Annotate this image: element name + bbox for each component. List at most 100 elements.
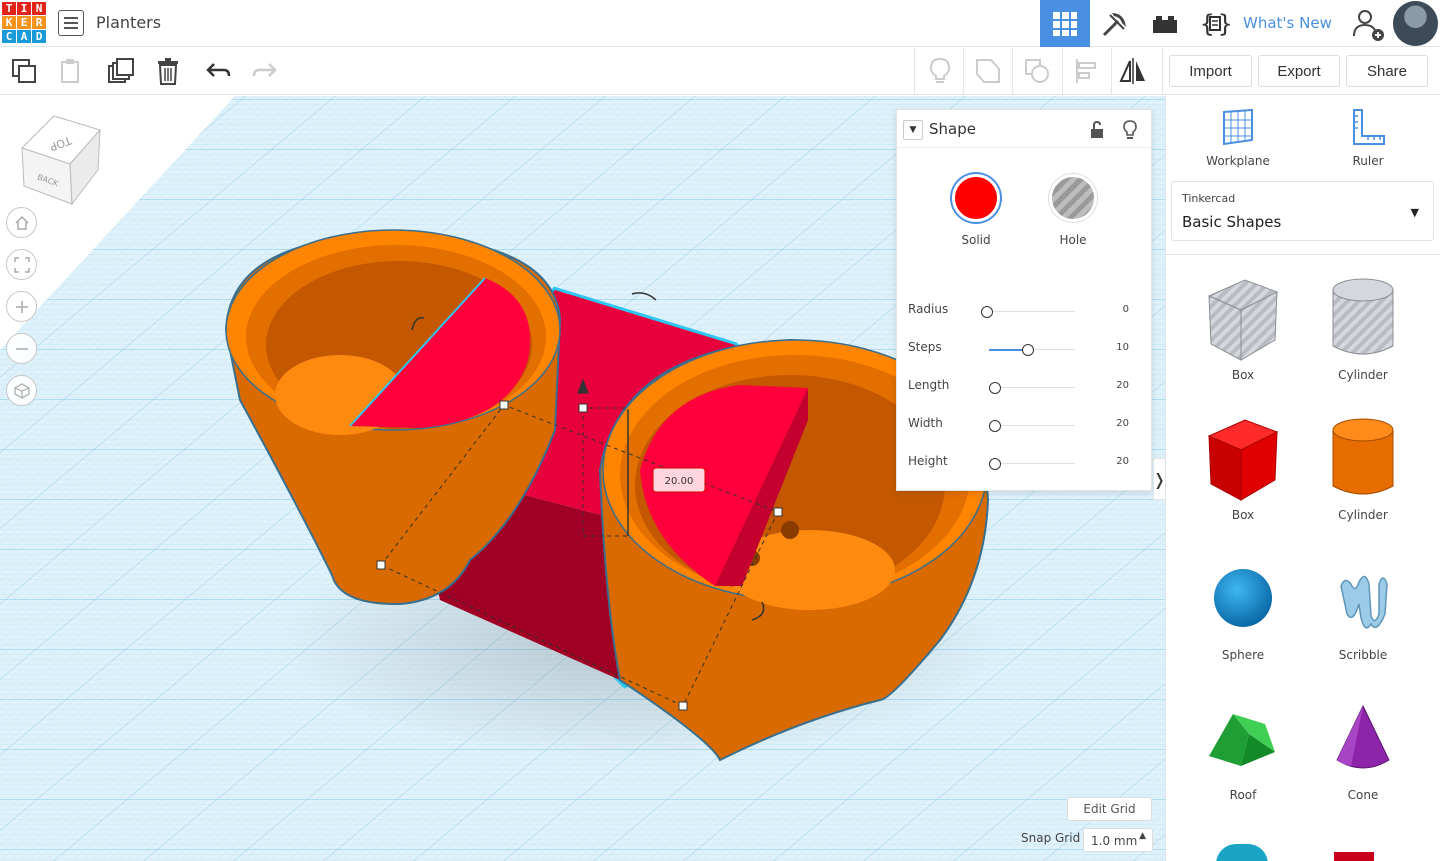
property-value[interactable]: 20 (1116, 418, 1129, 429)
hole-swatch[interactable] (1049, 174, 1097, 222)
share-button[interactable]: Share (1346, 55, 1428, 87)
mirror-button[interactable] (1118, 56, 1148, 86)
shape-label: Scribble (1338, 648, 1388, 662)
height-slider[interactable] (989, 458, 1001, 470)
shape-library-select[interactable]: Tinkercad Basic Shapes ▼ (1171, 181, 1434, 241)
lock-icon[interactable] (1089, 120, 1105, 140)
delete-button[interactable] (153, 56, 183, 86)
shape-sphere[interactable]: Sphere (1188, 554, 1298, 684)
resize-handle[interactable] (376, 560, 386, 570)
resize-handle[interactable] (499, 400, 509, 410)
add-user-button[interactable] (1343, 0, 1393, 47)
design-list-button[interactable] (58, 10, 84, 36)
property-value[interactable]: 20 (1116, 380, 1129, 391)
solid-color-swatch[interactable] (952, 174, 1000, 222)
whats-new-link[interactable]: What's New (1243, 14, 1332, 32)
snap-grid-select[interactable]: 1.0 mm ▲ (1083, 828, 1153, 852)
toolbar-divider (914, 48, 915, 95)
duplicate-button[interactable] (105, 56, 135, 86)
radius-track[interactable] (989, 311, 1075, 312)
shape-label: Roof (1229, 788, 1257, 802)
height-track[interactable] (989, 463, 1075, 464)
shape-label: Cone (1347, 788, 1379, 802)
group-button[interactable] (973, 56, 1003, 86)
toggle-shapes-panel-button[interactable]: ❭ (1153, 458, 1166, 500)
dimension-tooltip[interactable]: 20.00 (652, 467, 706, 493)
shape-label: Box (1231, 508, 1255, 522)
fit-view-button[interactable] (6, 249, 37, 280)
workplane-tool[interactable]: Workplane (1193, 106, 1283, 168)
ungroup-button[interactable] (1022, 56, 1052, 86)
redo-icon (252, 63, 277, 77)
shape-roof[interactable]: Roof (1188, 694, 1298, 824)
copy-button[interactable] (9, 56, 39, 86)
undo-icon (206, 63, 231, 77)
copy-icon (12, 59, 36, 83)
notes-button[interactable] (925, 56, 955, 86)
shape-partial-red[interactable] (1334, 852, 1374, 861)
home-view-icon (14, 215, 29, 230)
tinkercad-logo[interactable]: T I N K E R C A D (2, 2, 46, 44)
logo-letter: E (17, 16, 31, 29)
shape-cylinder-solid[interactable]: Cylinder (1308, 414, 1418, 544)
length-row: Length 20 (897, 378, 1151, 398)
project-title[interactable]: Planters (96, 13, 161, 32)
steps-fill (989, 349, 1023, 351)
shape-box-solid[interactable]: Box (1188, 414, 1298, 544)
logo-letter: N (32, 2, 46, 15)
ungroup-icon (1025, 59, 1049, 83)
solid-label: Solid (961, 233, 991, 247)
box-solid-icon (1207, 419, 1279, 501)
sphere-icon (1214, 569, 1272, 627)
pickaxe-icon (1102, 12, 1126, 36)
zoom-out-button[interactable] (6, 333, 37, 364)
edit-grid-button[interactable]: Edit Grid (1067, 797, 1152, 821)
property-value[interactable]: 20 (1116, 456, 1129, 467)
user-avatar[interactable] (1393, 1, 1438, 46)
home-view-button[interactable] (6, 207, 37, 238)
length-slider[interactable] (989, 382, 1001, 394)
svg-text:{: { (1200, 10, 1214, 38)
logo-letter: T (2, 2, 16, 15)
paste-button[interactable] (56, 56, 86, 86)
shape-cylinder-hole[interactable]: Cylinder (1308, 274, 1418, 404)
resize-handle[interactable] (678, 701, 688, 711)
ruler-tool[interactable]: Ruler (1323, 106, 1413, 168)
resize-handle[interactable] (773, 507, 783, 517)
minecraft-view-button[interactable] (1090, 0, 1140, 47)
undo-button[interactable] (203, 56, 233, 86)
import-button[interactable]: Import (1169, 55, 1252, 87)
view-cube[interactable]: TOP BACK (21, 115, 101, 206)
align-icon (1076, 59, 1096, 83)
height-handle[interactable] (578, 403, 588, 413)
align-button[interactable] (1072, 56, 1102, 86)
shape-cone[interactable]: Cone (1308, 694, 1418, 824)
perspective-button[interactable] (6, 375, 37, 406)
bricks-icon (1153, 15, 1177, 33)
toolbar-divider (1012, 48, 1013, 95)
bricks-view-button[interactable] (1140, 0, 1190, 47)
toolbar-divider (963, 48, 964, 95)
redo-button[interactable] (250, 56, 280, 86)
panel-divider (1166, 254, 1440, 255)
workplane-icon (1223, 108, 1253, 146)
top-bar: T I N K E R C A D Planters {What's New (0, 0, 1440, 47)
shape-scribble[interactable]: Scribble (1308, 554, 1418, 684)
steps-slider[interactable] (1022, 344, 1034, 356)
codeblocks-view-button[interactable]: { } (1190, 0, 1240, 47)
property-label: Radius (908, 302, 949, 316)
length-track[interactable] (989, 387, 1075, 388)
width-slider[interactable] (989, 420, 1001, 432)
radius-slider[interactable] (981, 306, 993, 318)
property-value[interactable]: 10 (1116, 342, 1129, 353)
export-button[interactable]: Export (1258, 55, 1340, 87)
shape-box-hole[interactable]: Box (1188, 274, 1298, 404)
collapse-inspector-button[interactable]: ▼ (903, 120, 923, 140)
caret-down-icon: ▼ (909, 125, 917, 135)
zoom-in-button[interactable] (6, 291, 37, 322)
width-track[interactable] (989, 425, 1075, 426)
3d-design-view-button[interactable] (1040, 0, 1090, 47)
shape-partial-teal[interactable] (1216, 844, 1268, 861)
property-value[interactable]: 0 (1123, 304, 1129, 315)
light-bulb-icon[interactable] (1122, 119, 1138, 141)
